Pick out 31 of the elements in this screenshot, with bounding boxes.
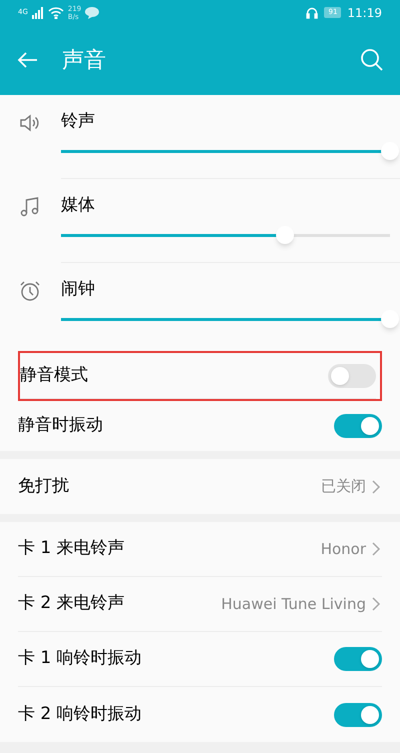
setting-label: 静音时振动 [18, 414, 103, 438]
chevron-right-icon [370, 478, 382, 494]
volume-label: 铃声 [61, 110, 96, 133]
clock-time: 11:19 [347, 4, 382, 22]
toggle-switch[interactable] [328, 364, 376, 388]
setting-label: 卡 1 响铃时振动 [18, 647, 142, 670]
search-icon[interactable] [360, 48, 384, 72]
setting-label: 卡 2 响铃时振动 [18, 702, 142, 726]
chevron-right-icon [370, 596, 382, 612]
volume-label: 闹钟 [61, 278, 96, 301]
slider-thumb[interactable] [381, 142, 399, 160]
toggle-switch[interactable] [334, 647, 382, 671]
chevron-right-icon [370, 541, 382, 557]
toggle-switch[interactable] [334, 414, 382, 438]
slider-thumb[interactable] [381, 310, 399, 328]
setting-label: 静音模式 [20, 364, 88, 387]
setting-value: 已关闭 [321, 476, 366, 498]
setting-label: 卡 1 来电铃声 [18, 537, 125, 560]
setting-value: Huawei Tune Living [221, 594, 366, 615]
setting-label: 卡 2 来电铃声 [18, 592, 125, 616]
wifi-icon [48, 6, 64, 18]
toggle-switch[interactable] [334, 702, 382, 726]
page-title: 声音 [62, 46, 106, 74]
chat-bubble-icon [85, 6, 100, 18]
volume-label: 媒体 [61, 194, 96, 217]
alarm-clock-icon [18, 279, 42, 303]
setting-label: 免打扰 [18, 474, 69, 498]
headphones-icon [306, 6, 318, 18]
signal-icon [32, 6, 44, 18]
slider-thumb[interactable] [276, 226, 294, 244]
setting-value: Honor [320, 538, 366, 560]
